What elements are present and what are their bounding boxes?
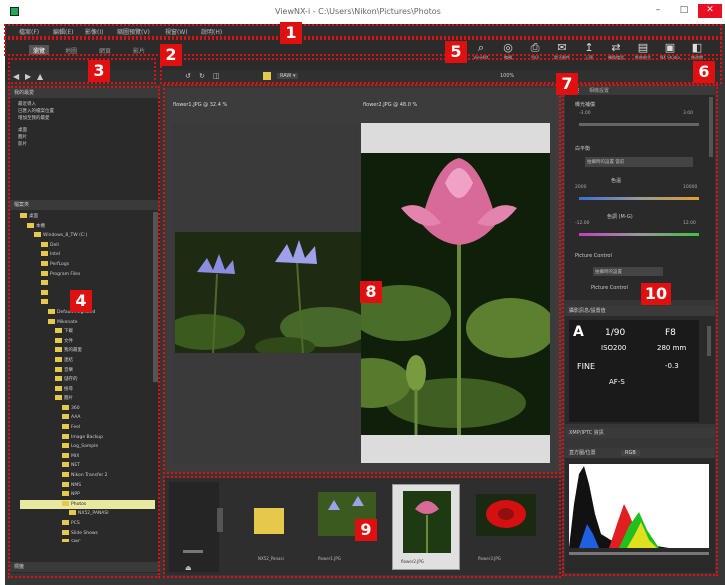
- callout-7: 7: [556, 73, 578, 95]
- callout-3: 3: [88, 60, 110, 82]
- callout-region-7: [562, 84, 718, 576]
- callout-region-1: [4, 24, 722, 38]
- callout-8: 8: [360, 281, 382, 303]
- title-bar: ViewNX-i - C:\Users\Nikon\Pictures\Photo…: [0, 0, 725, 24]
- callout-region-8: [163, 84, 561, 474]
- callout-5: 5: [445, 41, 467, 63]
- callout-region-5: [160, 58, 722, 84]
- maximize-button[interactable]: □: [672, 4, 696, 18]
- callout-1: 1: [280, 22, 302, 44]
- callout-6: 6: [693, 61, 715, 83]
- callout-4: 4: [70, 290, 92, 312]
- callout-10: 10: [641, 283, 671, 305]
- callout-region-4: [8, 86, 160, 578]
- app-icon: [10, 7, 19, 16]
- window-title: ViewNX-i - C:\Users\Nikon\Pictures\Photo…: [275, 7, 441, 16]
- callout-9: 9: [355, 519, 377, 541]
- callout-region-3: [8, 58, 156, 84]
- close-button[interactable]: ✕: [698, 4, 722, 18]
- callout-region-2: [4, 38, 722, 56]
- callout-2: 2: [160, 44, 182, 66]
- minimize-button[interactable]: –: [646, 4, 670, 18]
